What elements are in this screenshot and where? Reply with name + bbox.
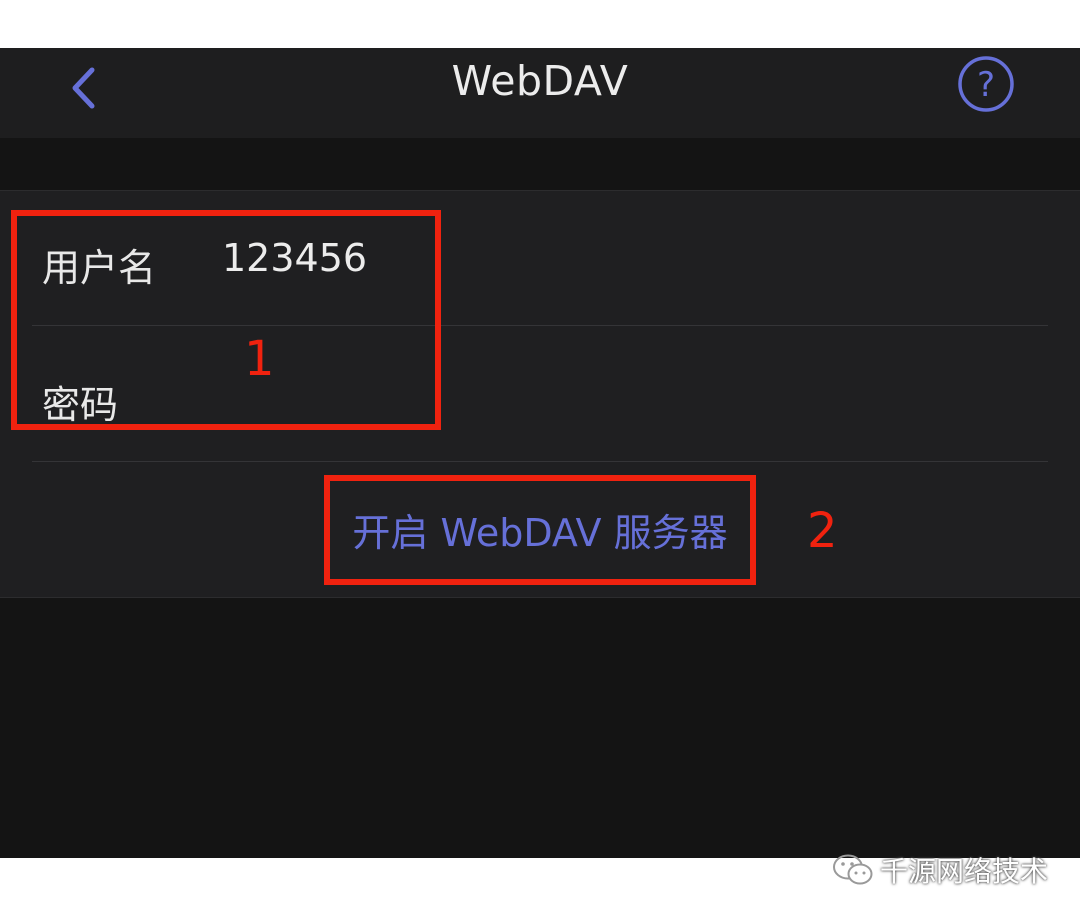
back-button[interactable] <box>58 58 108 118</box>
svg-text:?: ? <box>977 65 995 105</box>
annotation-marker-2: 2 <box>807 503 838 559</box>
navigation-bar: WebDAV ? <box>0 48 1080 138</box>
question-circle-icon: ? <box>958 56 1014 112</box>
help-button[interactable]: ? <box>956 54 1016 114</box>
watermark-text: 千源网络技术 <box>879 855 1048 888</box>
annotation-box-start-button <box>324 475 756 585</box>
screenshot-page: WebDAV ? 用户名 密码 开启 WebDAV 服务器 1 <box>0 0 1080 918</box>
phone-screen: WebDAV ? 用户名 密码 开启 WebDAV 服务器 1 <box>0 48 1080 858</box>
chevron-left-icon <box>72 67 95 109</box>
top-margin <box>0 0 1080 48</box>
watermark: 千源网络技术 <box>832 848 1048 892</box>
wechat-icon <box>832 854 873 885</box>
section-spacer <box>0 138 1080 190</box>
annotation-box-credentials <box>11 210 441 430</box>
page-title: WebDAV <box>451 57 629 105</box>
annotation-marker-1: 1 <box>244 331 275 387</box>
